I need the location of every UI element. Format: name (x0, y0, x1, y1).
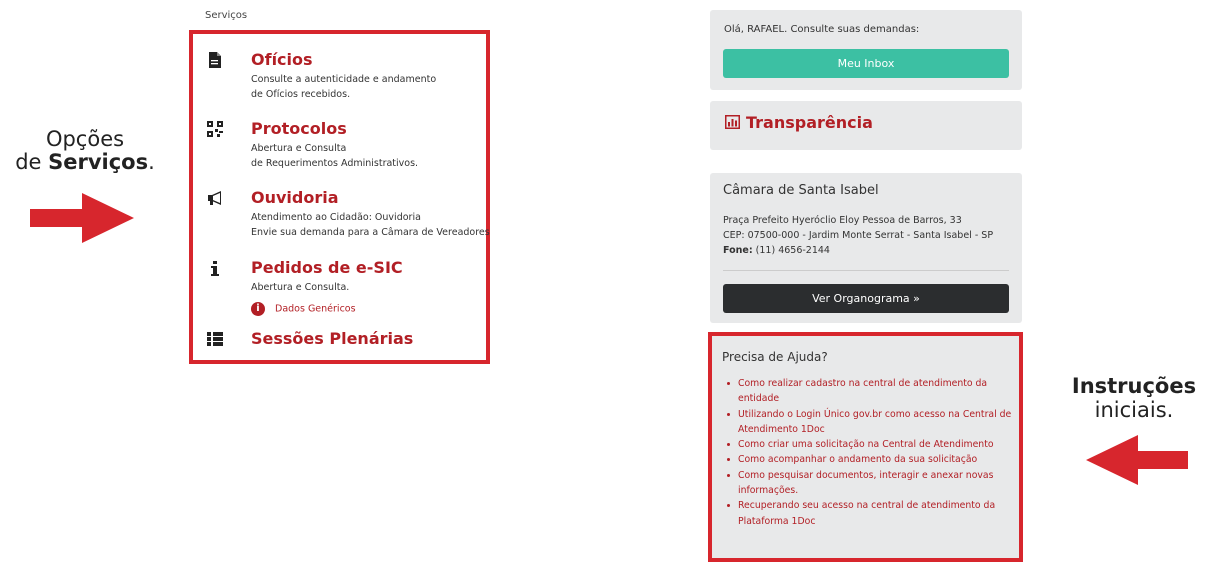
annotation-line-2: de Serviços. (10, 151, 160, 174)
link-line[interactable]: informações. (738, 485, 798, 496)
service-description: Atendimento ao Cidadão: Ouvidoria Envie … (251, 210, 490, 240)
annotation-suffix: . (148, 150, 155, 174)
link-line[interactable]: Atendimento 1Doc (738, 424, 825, 435)
link-line[interactable]: entidade (738, 393, 779, 404)
help-link[interactable]: Como realizar cadastro na central de ate… (727, 376, 1028, 407)
arrow-right-icon (30, 193, 134, 243)
link-label[interactable]: Dados Genéricos (275, 304, 356, 315)
phone-line: Fone: (11) 4656-2144 (723, 243, 993, 258)
phone-label: Fone: (723, 245, 753, 256)
help-link[interactable]: Utilizando o Login Único gov.br como ace… (727, 407, 1028, 438)
link-line[interactable]: Utilizando o Login Único gov.br como ace… (738, 409, 1011, 420)
instructions-annotation: Instruções iniciais. (1058, 374, 1210, 422)
desc-line: Consulte a autenticidade e andamento (251, 74, 437, 85)
link-line[interactable]: Plataforma 1Doc (738, 516, 815, 527)
bullhorn-icon (208, 191, 221, 205)
annotation-line-2: iniciais. (1094, 398, 1174, 422)
annotation-line-1: Opções (45, 127, 125, 151)
desc-line: de Requerimentos Administrativos. (251, 158, 419, 169)
camara-title: Câmara de Santa Isabel (723, 183, 879, 198)
help-title: Precisa de Ajuda? (722, 350, 828, 364)
service-title[interactable]: Protocolos (251, 119, 347, 138)
services-annotation: Opções de Serviços. (10, 128, 160, 174)
annotation-bold: Instruções (1058, 374, 1210, 398)
desc-line: Abertura e Consulta (251, 143, 347, 154)
meu-inbox-button[interactable]: Meu Inbox (723, 49, 1009, 78)
service-description: Abertura e Consulta de Requerimentos Adm… (251, 141, 418, 171)
desc-line: Atendimento ao Cidadão: Ouvidoria (251, 212, 421, 223)
address-line: Praça Prefeito Hyeróclio Eloy Pessoa de … (723, 215, 962, 226)
camara-address: Praça Prefeito Hyeróclio Eloy Pessoa de … (723, 213, 993, 258)
service-title[interactable]: Sessões Plenárias (251, 329, 413, 348)
list-icon (207, 332, 223, 346)
link-line[interactable]: Como criar uma solicitação na Central de… (738, 439, 994, 450)
info-icon (211, 261, 219, 276)
help-link[interactable]: Como criar uma solicitação na Central de… (727, 437, 1028, 452)
services-panel: Ofícios Consulte a autenticidade e andam… (189, 30, 490, 364)
transparency-label[interactable]: Transparência (746, 113, 873, 132)
greeting-text: Olá, RAFAEL. Consulte suas demandas: (724, 24, 920, 35)
service-description: Consulte a autenticidade e andamento de … (251, 72, 436, 102)
help-link-list: Como realizar cadastro na central de ate… (722, 376, 1028, 529)
bar-chart-icon (725, 115, 740, 129)
link-line[interactable]: Como acompanhar o andamento da sua solic… (738, 454, 977, 465)
phone-value: (11) 4656-2144 (755, 245, 830, 256)
services-caption: Serviços (205, 10, 248, 21)
info-circle-icon: i (251, 302, 265, 316)
divider (723, 270, 1009, 271)
cep-line: CEP: 07500-000 - Jardim Monte Serrat - S… (723, 230, 994, 241)
service-title[interactable]: Pedidos de e-SIC (251, 258, 403, 277)
help-link[interactable]: Como pesquisar documentos, interagir e a… (727, 468, 1028, 499)
qrcode-icon (207, 121, 223, 137)
arrow-left-icon (1086, 435, 1188, 485)
ver-organograma-button[interactable]: Ver Organograma » (723, 284, 1009, 313)
link-line[interactable]: Como realizar cadastro na central de ate… (738, 378, 987, 389)
annotation-bold: Serviços (48, 150, 149, 174)
desc-line: de Ofícios recebidos. (251, 89, 351, 100)
file-icon (209, 52, 221, 68)
annotation-prefix: de (15, 150, 49, 174)
service-title[interactable]: Ouvidoria (251, 188, 339, 207)
link-line[interactable]: Recuperando seu acesso na central de ate… (738, 500, 995, 511)
service-description: Abertura e Consulta. (251, 282, 350, 293)
link-line[interactable]: Como pesquisar documentos, interagir e a… (738, 470, 993, 481)
help-link[interactable]: Recuperando seu acesso na central de ate… (727, 498, 1028, 529)
transparency-link[interactable]: Transparência (725, 113, 873, 132)
help-link[interactable]: Como acompanhar o andamento da sua solic… (727, 452, 1028, 467)
service-title[interactable]: Ofícios (251, 50, 313, 69)
help-panel: Precisa de Ajuda? Como realizar cadastro… (708, 332, 1023, 562)
dados-genericos-link[interactable]: i Dados Genéricos (251, 302, 356, 316)
desc-line: Envie sua demanda para a Câmara de Verea… (251, 227, 490, 238)
annotation-bold-text: Instruções (1071, 374, 1197, 398)
